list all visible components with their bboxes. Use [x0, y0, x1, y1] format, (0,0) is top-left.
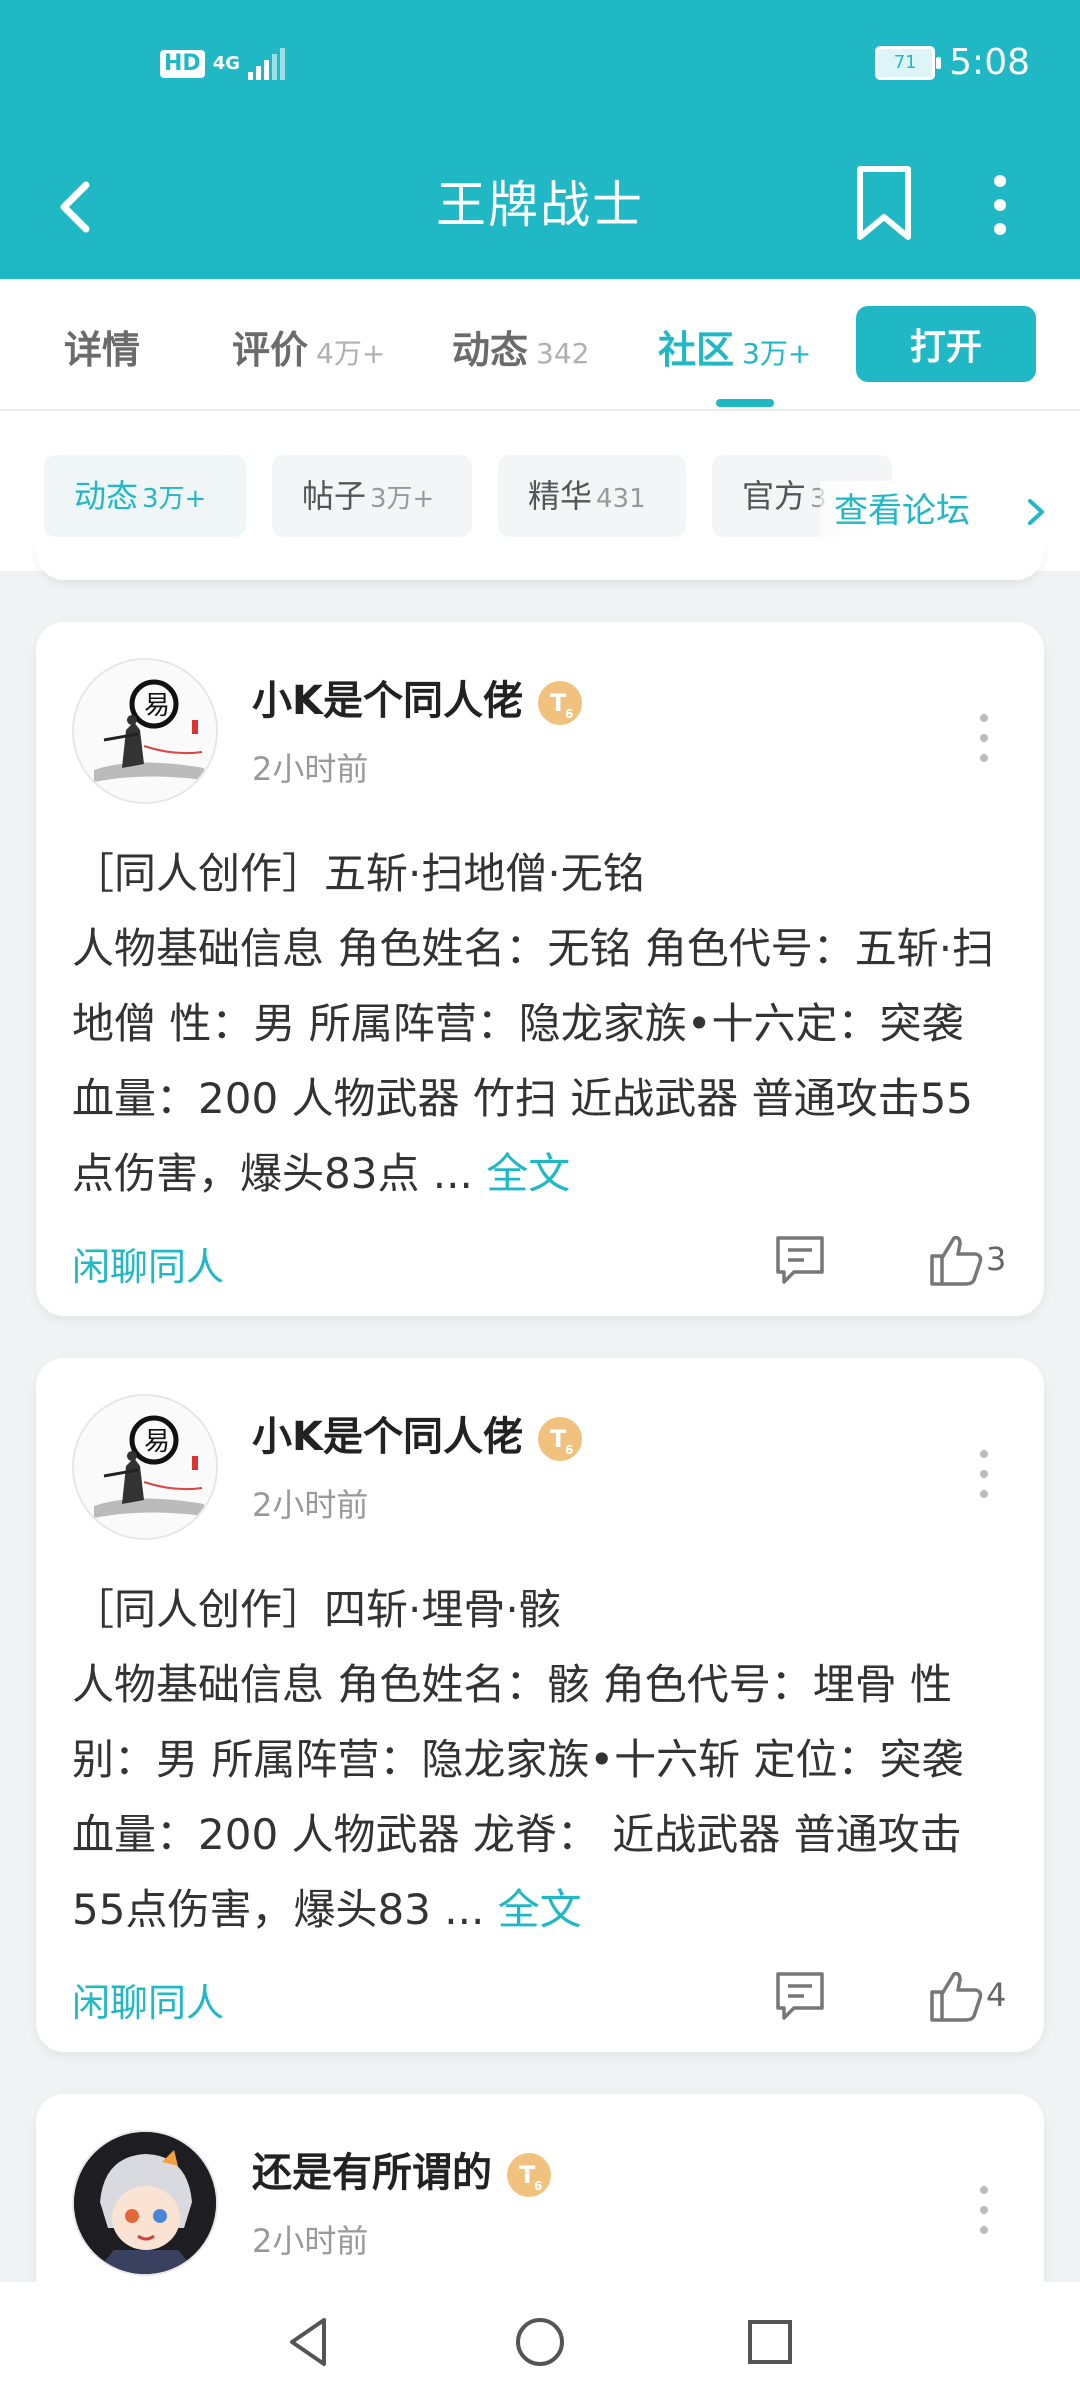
nav-recents-icon[interactable] — [740, 2312, 800, 2372]
author-name[interactable]: 小K是个同人佬 T 6 — [252, 1404, 585, 1464]
page-title: 王牌战士 — [436, 176, 644, 234]
tab-reviews[interactable]: 评价 4万+ — [232, 319, 385, 374]
tab-label: 详情 — [64, 328, 141, 372]
post-more-icon[interactable] — [974, 2180, 994, 2240]
post-content[interactable]: ［同人创作］五斩·扫地僧·无铭 人物基础信息 角色姓名：无铭 角色代号：五斩·扫… — [72, 836, 1008, 1211]
post-body: ［同人创作］四斩·埋骨·骸 人物基础信息 角色姓名：骸 角色代号：埋骨 性别：男… — [72, 1585, 964, 1934]
previous-card-edge — [36, 540, 1044, 580]
tab-updates[interactable]: 动态 342 — [452, 319, 589, 374]
post-tag[interactable]: 闲聊同人 — [72, 1236, 224, 1291]
comment-icon[interactable] — [770, 1966, 830, 2026]
active-tab-indicator — [716, 399, 774, 407]
avatar-ink-painting-icon: 易 — [74, 660, 216, 802]
status-right: 71 5:08 — [875, 42, 1030, 83]
status-bar: HD 4G 71 5:08 — [0, 0, 1080, 135]
nav-back-icon[interactable] — [280, 2312, 340, 2372]
post-time: 2小时前 — [252, 750, 369, 788]
read-more-link[interactable]: 全文 — [486, 1149, 570, 1198]
level-badge-icon: T6 — [507, 2153, 551, 2197]
avatar[interactable]: 易 — [72, 1394, 218, 1540]
view-forum-link[interactable]: 查看论坛 — [820, 481, 1080, 541]
post-time: 2小时前 — [252, 2222, 369, 2260]
chip-label: 精华 — [528, 477, 593, 515]
author-name[interactable]: 小K是个同人佬 T 6 — [252, 668, 585, 728]
battery-icon: 71 — [875, 45, 942, 80]
tab-label: 评价 — [232, 328, 309, 372]
avatar[interactable]: 易 — [72, 658, 218, 804]
network-indicators: HD 4G — [160, 48, 288, 80]
tab-count: 4万+ — [316, 337, 386, 370]
post-content[interactable]: ［同人创作］四斩·埋骨·骸 人物基础信息 角色姓名：骸 角色代号：埋骨 性别：男… — [72, 1572, 1008, 1947]
avatar-ink-painting-icon: 易 — [74, 1396, 216, 1538]
system-navigation-bar — [0, 2282, 1080, 2400]
tab-count: 3万+ — [742, 337, 812, 370]
svg-text:易: 易 — [144, 1427, 170, 1457]
svg-text:6: 6 — [565, 1443, 573, 1457]
nav-home-icon[interactable] — [510, 2312, 570, 2372]
hd-indicator: HD — [160, 50, 205, 78]
comment-icon[interactable] — [770, 1230, 830, 1290]
chevron-right-icon — [1028, 499, 1044, 525]
thumbs-up-icon[interactable] — [926, 1230, 986, 1290]
bookmark-icon[interactable] — [852, 163, 916, 243]
chip-count: 431 — [596, 484, 646, 514]
chip-posts[interactable]: 帖子 3万+ — [272, 455, 472, 537]
post-time: 2小时前 — [252, 1486, 369, 1524]
avatar-anime-character-icon — [74, 2132, 216, 2274]
chip-updates[interactable]: 动态 3万+ — [44, 455, 246, 537]
level-badge-icon: T6 — [538, 1417, 582, 1461]
author-name-text: 小K是个同人佬 — [252, 1414, 523, 1460]
signal-type: 4G — [212, 53, 240, 74]
chip-count: 3万+ — [370, 484, 435, 514]
author-name-text: 还是有所谓的 — [252, 2150, 492, 2196]
post-card[interactable]: 易 小K是个同人佬 T 6 2小时前 ［同人创作］四斩·埋骨·骸 人物基础信息 角色… — [36, 1358, 1044, 2052]
chip-count: 3万+ — [142, 484, 207, 514]
svg-text:6: 6 — [565, 707, 573, 721]
chip-label: 帖子 — [302, 477, 367, 515]
post-more-icon[interactable] — [974, 1444, 994, 1504]
chip-featured[interactable]: 精华 431 — [498, 455, 686, 537]
like-count: 4 — [986, 1976, 1007, 2014]
app-navbar: 王牌战士 — [0, 135, 1080, 279]
tab-label: 动态 — [452, 328, 529, 372]
level-badge-icon: T6 — [538, 681, 582, 725]
read-more-link[interactable]: 全文 — [498, 1885, 582, 1934]
post-body: ［同人创作］五斩·扫地僧·无铭 人物基础信息 角色姓名：无铭 角色代号：五斩·扫… — [72, 849, 995, 1198]
svg-text:6: 6 — [534, 2179, 542, 2193]
avatar[interactable] — [72, 2130, 218, 2276]
svg-text:易: 易 — [144, 691, 170, 721]
clock: 5:08 — [949, 42, 1030, 83]
forum-link-label: 查看论坛 — [834, 491, 970, 531]
more-options-icon[interactable] — [972, 165, 1028, 245]
author-name[interactable]: 还是有所谓的 T 6 — [252, 2140, 554, 2200]
post-card[interactable]: 易 小K是个同人佬 T 6 2小时前 ［同人创作］五斩·扫地僧·无铭 人物基础信息 … — [36, 622, 1044, 1316]
chip-label: 动态 — [74, 477, 139, 515]
post-tag[interactable]: 闲聊同人 — [72, 1972, 224, 2027]
thumbs-up-icon[interactable] — [926, 1966, 986, 2026]
like-count: 3 — [986, 1240, 1007, 1278]
tab-count: 342 — [536, 337, 590, 370]
chip-label: 官方 — [742, 477, 807, 515]
tab-community[interactable]: 社区 3万+ — [658, 319, 811, 374]
signal-strength-icon — [248, 48, 285, 80]
tab-details[interactable]: 详情 — [64, 319, 140, 374]
author-name-text: 小K是个同人佬 — [252, 678, 523, 724]
post-more-icon[interactable] — [974, 708, 994, 768]
open-app-button[interactable]: 打开 — [856, 306, 1036, 382]
tab-label: 社区 — [658, 328, 735, 372]
